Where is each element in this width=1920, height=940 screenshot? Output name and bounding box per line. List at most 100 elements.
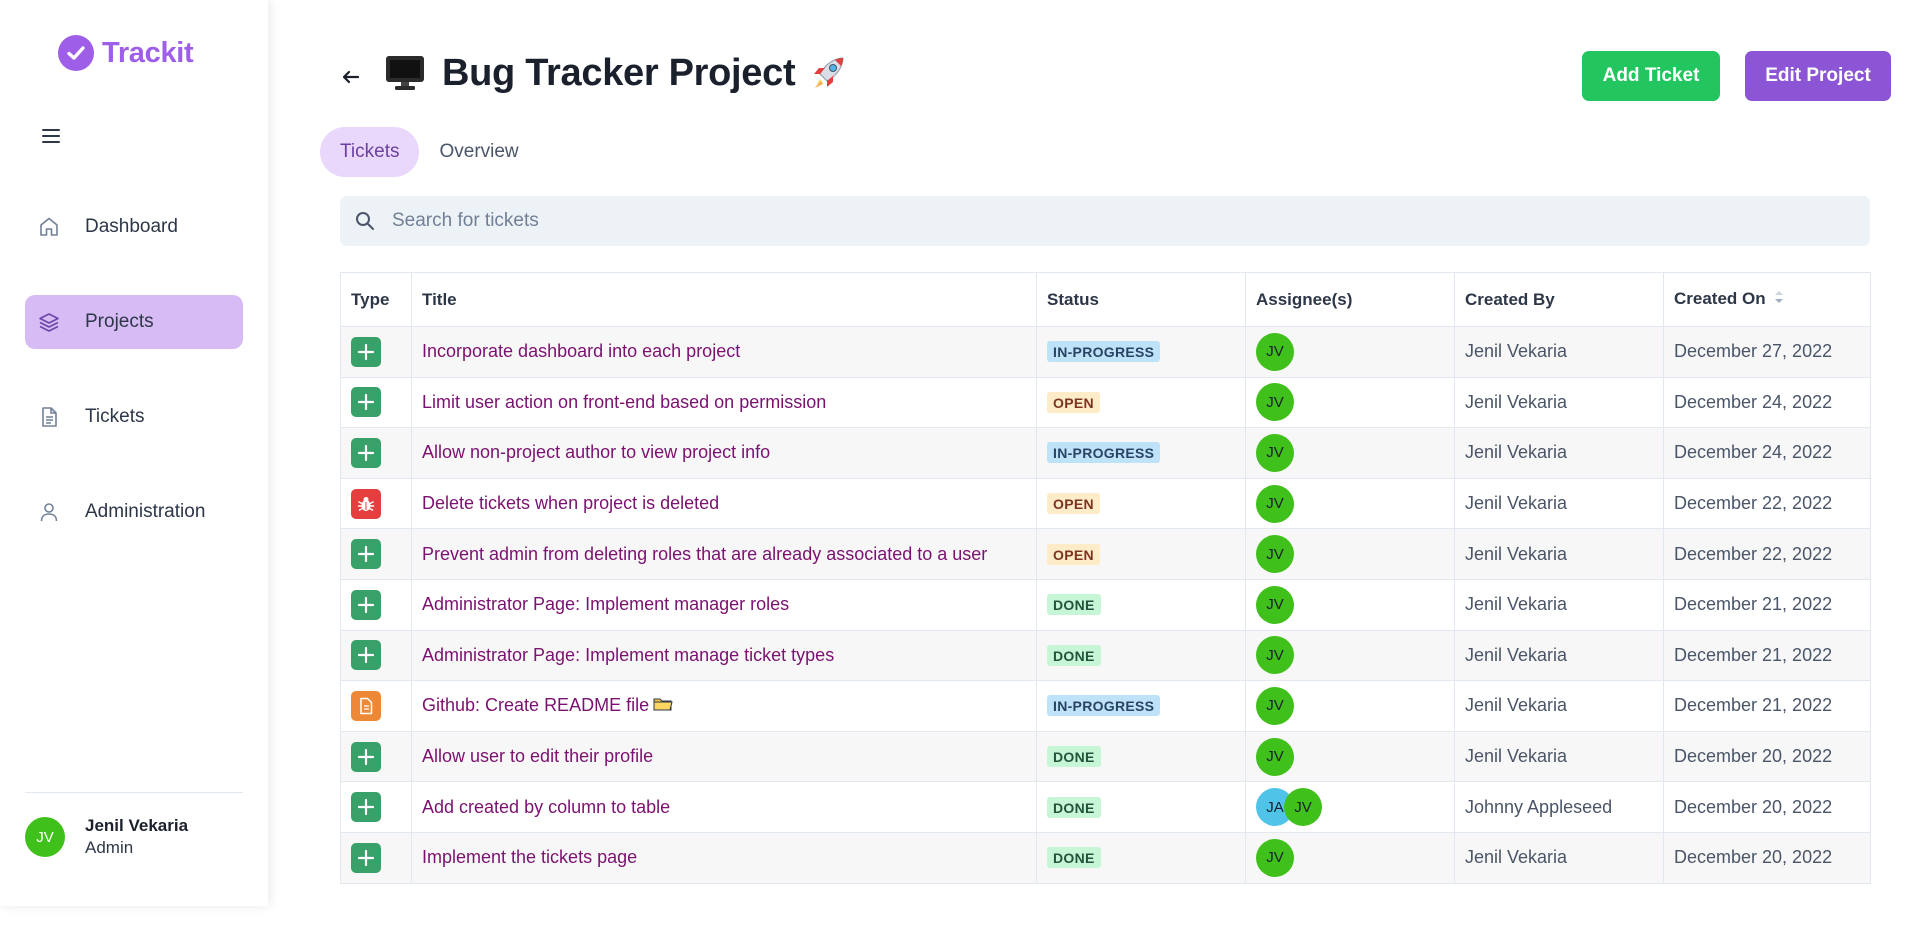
sidebar-item-label: Projects	[85, 311, 154, 332]
table-row[interactable]: Prevent admin from deleting roles that a…	[340, 528, 1871, 580]
cell-title: Implement the tickets page	[411, 831, 1037, 884]
column-header-label: Created On	[1674, 288, 1766, 308]
table-row[interactable]: Github: Create README file IN-PROGRESS J…	[340, 680, 1871, 732]
sidebar-item-projects[interactable]: Projects	[25, 295, 243, 349]
status-badge: DONE	[1047, 746, 1101, 768]
column-header-assignees[interactable]: Assignee(s)	[1245, 272, 1455, 327]
assignee-group: JV	[1256, 433, 1454, 472]
column-header-created-on[interactable]: Created On	[1663, 272, 1871, 327]
cell-status: DONE	[1036, 629, 1246, 682]
assignee-group: JV	[1256, 585, 1454, 624]
cell-created-on: December 22, 2022	[1663, 528, 1871, 580]
assignee-avatar[interactable]: JV	[1256, 737, 1294, 776]
assignee-avatar[interactable]: JV	[1256, 332, 1294, 371]
assignee-avatar[interactable]: JV	[1284, 788, 1322, 827]
status-badge: DONE	[1047, 796, 1101, 818]
assignee-group: JA JV	[1256, 788, 1454, 827]
ticket-title-link[interactable]: Incorporate dashboard into each project	[422, 341, 740, 361]
ticket-title-link[interactable]: Limit user action on front-end based on …	[422, 392, 826, 412]
menu-toggle-button[interactable]	[38, 125, 64, 147]
plus-icon	[351, 792, 381, 823]
column-header-title[interactable]: Title	[411, 272, 1037, 327]
cell-assignees: JV	[1245, 427, 1455, 479]
cell-created-by: Jenil Vekaria	[1454, 578, 1664, 631]
cell-title: Administrator Page: Implement manage tic…	[411, 629, 1037, 682]
table-row[interactable]: Administrator Page: Implement manage tic…	[340, 629, 1871, 682]
tab-tickets[interactable]: Tickets	[320, 127, 420, 177]
cell-title: Github: Create README file	[411, 680, 1037, 732]
assignee-avatar[interactable]: JV	[1256, 484, 1294, 523]
ticket-title-link[interactable]: Prevent admin from deleting roles that a…	[422, 544, 987, 564]
status-badge: DONE	[1047, 644, 1101, 666]
assignee-avatar[interactable]: JV	[1256, 636, 1294, 675]
status-badge: OPEN	[1047, 543, 1100, 565]
table-row[interactable]: Delete tickets when project is deleted O…	[340, 477, 1871, 530]
assignee-avatar[interactable]: JV	[1256, 535, 1294, 574]
column-header-created-by[interactable]: Created By	[1454, 272, 1664, 327]
ticket-title-link[interactable]: Github: Create README file	[422, 695, 649, 715]
cell-status: IN-PROGRESS	[1036, 326, 1246, 378]
assignee-avatar[interactable]: JV	[1256, 585, 1294, 624]
tab-overview[interactable]: Overview	[419, 127, 538, 177]
ticket-title-link[interactable]: Allow non-project author to view project…	[422, 442, 770, 462]
cell-created-by: Jenil Vekaria	[1454, 730, 1664, 783]
ticket-title-link[interactable]: Implement the tickets page	[422, 847, 637, 867]
search-icon	[356, 212, 374, 230]
status-badge: DONE	[1047, 847, 1101, 869]
table-row[interactable]: Allow non-project author to view project…	[340, 427, 1871, 479]
edit-project-button[interactable]: Edit Project	[1745, 51, 1891, 101]
cell-type	[340, 781, 412, 833]
table-row[interactable]: Administrator Page: Implement manager ro…	[340, 578, 1871, 631]
back-arrow-icon[interactable]	[338, 64, 364, 90]
hamburger-line	[42, 135, 60, 137]
ticket-title-link[interactable]: Delete tickets when project is deleted	[422, 493, 719, 513]
layers-icon	[35, 308, 63, 336]
brand-name: Trackit	[102, 36, 194, 69]
search-input[interactable]	[392, 210, 1792, 232]
sidebar-item-tickets[interactable]: Tickets	[25, 390, 243, 444]
check-circle-icon	[58, 35, 94, 71]
table-row[interactable]: Incorporate dashboard into each project …	[340, 326, 1871, 378]
sort-icon[interactable]	[1774, 289, 1784, 310]
cell-assignees: JV	[1245, 376, 1455, 429]
hamburger-line	[42, 141, 60, 143]
ticket-title-link[interactable]: Add created by column to table	[422, 797, 670, 817]
table-row[interactable]: Implement the tickets page DONE JV Jenil…	[340, 831, 1871, 884]
assignee-avatar[interactable]: JV	[1256, 383, 1294, 422]
project-tabs: Tickets Overview	[320, 127, 539, 177]
sidebar-item-dashboard[interactable]: Dashboard	[25, 200, 243, 254]
table-row[interactable]: Limit user action on front-end based on …	[340, 376, 1871, 429]
plus-icon	[351, 336, 381, 367]
cell-status: DONE	[1036, 831, 1246, 884]
add-ticket-button[interactable]: Add Ticket	[1582, 51, 1720, 101]
assignee-group: JV	[1256, 686, 1454, 725]
cell-assignees: JA JV	[1245, 781, 1455, 833]
status-badge: IN-PROGRESS	[1047, 442, 1161, 464]
assignee-avatar[interactable]: JV	[1256, 686, 1294, 725]
folder-icon	[653, 696, 673, 717]
cell-status: OPEN	[1036, 528, 1246, 580]
assignee-avatar[interactable]: JV	[1256, 433, 1294, 472]
table-row[interactable]: Add created by column to table DONE JA JV…	[340, 781, 1871, 833]
sidebar-item-label: Administration	[85, 501, 206, 522]
cell-status: OPEN	[1036, 477, 1246, 530]
cell-created-by: Jenil Vekaria	[1454, 427, 1664, 479]
rocket-icon	[805, 50, 851, 96]
cell-created-by: Jenil Vekaria	[1454, 477, 1664, 530]
table-row[interactable]: Allow user to edit their profile DONE JV…	[340, 730, 1871, 783]
sidebar-item-administration[interactable]: Administration	[25, 485, 243, 539]
cell-created-by: Jenil Vekaria	[1454, 326, 1664, 378]
column-header-type[interactable]: Type	[340, 272, 412, 327]
ticket-title-link[interactable]: Administrator Page: Implement manager ro…	[422, 594, 789, 614]
column-header-status[interactable]: Status	[1036, 272, 1246, 327]
assignee-group: JV	[1256, 636, 1454, 675]
cell-assignees: JV	[1245, 730, 1455, 783]
page-title: Bug Tracker Project	[442, 51, 796, 94]
ticket-title-link[interactable]: Administrator Page: Implement manage tic…	[422, 645, 834, 665]
brand-logo[interactable]: Trackit	[58, 35, 194, 71]
current-user[interactable]: JV Jenil Vekaria Admin	[25, 816, 188, 858]
ticket-title-link[interactable]: Allow user to edit their profile	[422, 746, 653, 766]
sidebar: Trackit Dashboard Projects Tickets Admin…	[0, 0, 268, 906]
plus-icon	[351, 589, 381, 620]
assignee-avatar[interactable]: JV	[1256, 838, 1294, 877]
